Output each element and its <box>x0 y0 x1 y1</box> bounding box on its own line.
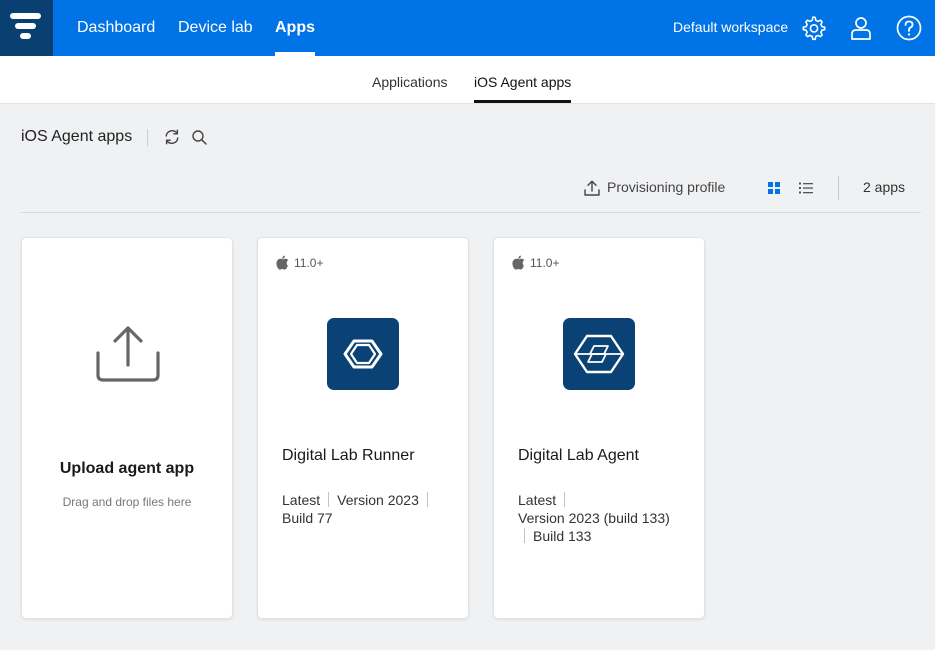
agent-logo-icon <box>573 334 625 374</box>
upload-icon <box>96 326 160 382</box>
os-version-label: 11.0+ <box>530 256 560 270</box>
header-divider <box>21 212 921 213</box>
grid-view-icon[interactable] <box>767 181 781 195</box>
app-name: Digital Lab Agent <box>518 447 639 464</box>
divider <box>838 176 839 200</box>
apps-count: 2 apps <box>863 179 906 195</box>
app-version: Version 2023 (build 133) <box>518 510 670 526</box>
os-version-label: 11.0+ <box>294 256 324 270</box>
app-version: Version 2023 <box>337 492 419 508</box>
apple-icon <box>512 255 525 270</box>
gear-icon[interactable] <box>799 14 827 42</box>
refresh-icon[interactable] <box>163 128 181 146</box>
nav-device-lab[interactable]: Device lab <box>178 0 253 56</box>
upload-subtitle: Drag and drop files here <box>62 495 192 509</box>
nav-apps[interactable]: Apps <box>275 0 315 56</box>
app-card[interactable]: 11.0+ Digital Lab Runner Latest Version 2… <box>257 237 469 619</box>
app-release-label: Latest <box>282 492 321 508</box>
logo-icon <box>10 13 41 39</box>
apple-icon <box>276 255 289 270</box>
divider <box>147 129 148 146</box>
app-build: Build 77 <box>282 510 333 526</box>
tab-ios-agent-apps[interactable]: iOS Agent apps <box>474 56 572 103</box>
nav-dashboard[interactable]: Dashboard <box>77 0 155 56</box>
upload-title: Upload agent app <box>59 460 195 477</box>
app-icon <box>563 318 635 390</box>
app-name: Digital Lab Runner <box>282 447 415 464</box>
app-meta: Latest <box>518 491 573 509</box>
runner-logo-icon <box>343 339 383 369</box>
help-icon[interactable] <box>895 14 923 42</box>
workspace-selector[interactable]: Default workspace <box>673 0 788 56</box>
sub-tabs: Applications iOS Agent apps <box>0 56 935 104</box>
list-view-icon[interactable] <box>798 180 814 196</box>
app-meta: Latest Version 2023 <box>282 491 436 509</box>
logo[interactable] <box>0 0 53 56</box>
app-build: Build 133 <box>533 528 592 544</box>
app-build-row: Build 133 <box>518 527 591 545</box>
provisioning-profile-button[interactable]: Provisioning profile <box>607 179 725 195</box>
tab-applications[interactable]: Applications <box>372 56 448 103</box>
top-nav-bar: Dashboard Device lab Apps Default worksp… <box>0 0 935 56</box>
page-title: iOS Agent apps <box>21 128 133 145</box>
app-release-label: Latest <box>518 492 557 508</box>
search-icon[interactable] <box>191 129 208 146</box>
app-card[interactable]: 11.0+ Digital Lab Agent Latest Version 2… <box>493 237 705 619</box>
app-icon <box>327 318 399 390</box>
upload-card[interactable]: Upload agent app Drag and drop files her… <box>21 237 233 619</box>
upload-icon[interactable] <box>583 179 601 197</box>
user-icon[interactable] <box>847 14 875 42</box>
